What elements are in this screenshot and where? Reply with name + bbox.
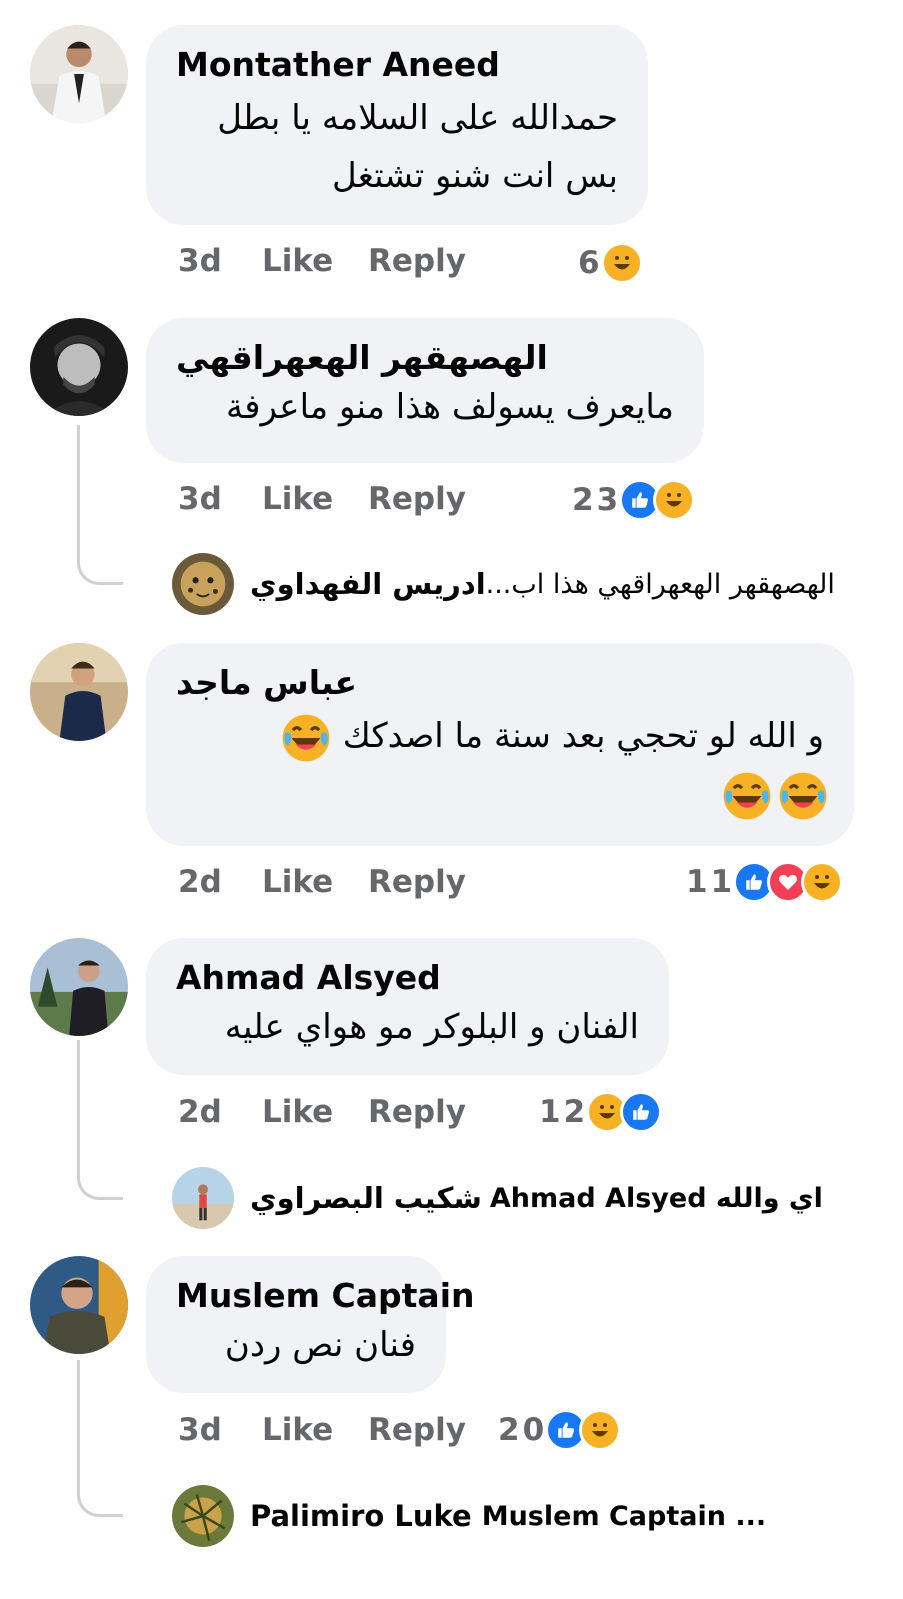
- comment-author[interactable]: Montather Aneed: [176, 45, 618, 85]
- reply-preview[interactable]: شكيب البصراوي Ahmad Alsyed اي والله: [250, 1167, 823, 1229]
- laughing-crying-emoji-icon: [282, 714, 330, 761]
- laughing-crying-emoji-icon: [723, 772, 771, 819]
- laughing-crying-emoji-icon: [779, 772, 827, 819]
- reply-preview-text: Ahmad Alsyed اي والله: [489, 1182, 823, 1214]
- like-button[interactable]: Like: [262, 864, 333, 900]
- avatar-reply-author[interactable]: [172, 1167, 234, 1229]
- comment-bubble[interactable]: عباس ماجد و الله لو تحجي بعد سنة ما اصدك…: [146, 643, 854, 846]
- avatar-ahmad-alsyed[interactable]: [30, 938, 128, 1036]
- like-button[interactable]: Like: [262, 1412, 333, 1448]
- avatar-reply-author[interactable]: [172, 1485, 234, 1547]
- comment-actions: 3d Like Reply: [178, 1412, 478, 1456]
- comment-time[interactable]: 2d: [178, 864, 222, 900]
- reaction-count: 23: [572, 482, 622, 518]
- avatar-montather-aneed[interactable]: [30, 25, 128, 123]
- comment-bubble[interactable]: Montather Aneed حمدالله على السلامه يا ب…: [146, 25, 648, 225]
- avatar-commenter-3[interactable]: [30, 643, 128, 741]
- comment-text: بس انت شنو تشتغل: [331, 156, 618, 196]
- comment-author[interactable]: Ahmad Alsyed: [176, 958, 639, 998]
- reply-preview-text: Muslem Captain ...: [481, 1500, 767, 1532]
- reply-preview-author[interactable]: ادريس الفهداوي: [250, 567, 486, 601]
- comment-text-line: و الله لو تحجي بعد سنة ما اصدكك: [342, 716, 824, 756]
- reply-button[interactable]: Reply: [368, 864, 466, 900]
- reply-thread-line: [77, 1040, 123, 1200]
- reaction-summary[interactable]: 6: [578, 241, 643, 285]
- comment-text: حمدالله على السلامه يا بطل: [217, 98, 618, 138]
- comment-author[interactable]: الهصهقهر الهعهراقهي: [176, 338, 674, 378]
- like-button[interactable]: Like: [262, 1094, 333, 1130]
- reaction-count: 11: [686, 864, 736, 900]
- comment-actions: 2d Like Reply: [178, 864, 478, 908]
- comment-text: و الله لو تحجي بعد سنة ما اصدكك: [176, 707, 824, 765]
- comment-text: مايعرف يسولف هذا منو ماعرفة: [226, 387, 674, 427]
- comment-author[interactable]: Muslem Captain: [176, 1276, 475, 1316]
- haha-emoji-icon: [801, 861, 844, 903]
- reply-button[interactable]: Reply: [368, 481, 466, 517]
- comment-emojis: [176, 765, 827, 823]
- reaction-count: 12: [539, 1094, 589, 1130]
- comment-text: الفنان و البلوكر مو هواي عليه: [224, 1007, 639, 1047]
- comment-text: فنان نص ردن: [224, 1325, 416, 1365]
- reaction-summary[interactable]: 23: [572, 478, 696, 522]
- reply-preview[interactable]: الهصهقهر الهعهراقهي هذا اب... ادريس الفه…: [250, 553, 865, 615]
- like-button[interactable]: Like: [262, 481, 333, 517]
- reply-button[interactable]: Reply: [368, 243, 466, 279]
- comment-actions: 2d Like Reply: [178, 1094, 478, 1138]
- reply-thread-line: [77, 425, 123, 585]
- reaction-count: 20: [498, 1412, 548, 1448]
- comment-actions: 3d Like Reply: [178, 243, 478, 287]
- comment-time[interactable]: 3d: [178, 481, 222, 517]
- comment-bubble[interactable]: Ahmad Alsyed الفنان و البلوكر مو هواي عل…: [146, 938, 669, 1075]
- like-button[interactable]: Like: [262, 243, 333, 279]
- comment-author[interactable]: عباس ماجد: [176, 663, 824, 703]
- like-reaction-icon: [620, 1091, 663, 1133]
- reply-preview-text: الهصهقهر الهعهراقهي هذا اب...: [485, 568, 835, 600]
- reply-button[interactable]: Reply: [368, 1412, 466, 1448]
- reaction-summary[interactable]: 20: [498, 1408, 622, 1452]
- avatar-muslem-captain[interactable]: [30, 1256, 128, 1354]
- comment-bubble[interactable]: Muslem Captain فنان نص ردن: [146, 1256, 475, 1393]
- comment-actions: 3d Like Reply: [178, 481, 478, 525]
- comment-bubble[interactable]: الهصهقهر الهعهراقهي مايعرف يسولف هذا منو…: [146, 318, 704, 463]
- reply-preview-author[interactable]: شكيب البصراوي: [250, 1181, 482, 1215]
- reply-button[interactable]: Reply: [368, 1094, 466, 1130]
- avatar-commenter-2[interactable]: [30, 318, 128, 416]
- comment-time[interactable]: 3d: [178, 243, 222, 279]
- reaction-summary[interactable]: 11: [686, 860, 844, 904]
- comment-time[interactable]: 2d: [178, 1094, 222, 1130]
- haha-emoji-icon: [653, 479, 696, 521]
- comment-time[interactable]: 3d: [178, 1412, 222, 1448]
- reaction-count: 6: [578, 245, 603, 281]
- haha-emoji-icon: [600, 242, 643, 284]
- reply-thread-line: [77, 1360, 123, 1517]
- reply-preview-author[interactable]: Palimiro Luke: [250, 1499, 472, 1533]
- avatar-reply-author[interactable]: [172, 553, 234, 615]
- haha-emoji-icon: [579, 1409, 622, 1451]
- reply-preview[interactable]: Palimiro Luke Muslem Captain ...: [250, 1485, 766, 1547]
- reaction-summary[interactable]: 12: [539, 1090, 663, 1134]
